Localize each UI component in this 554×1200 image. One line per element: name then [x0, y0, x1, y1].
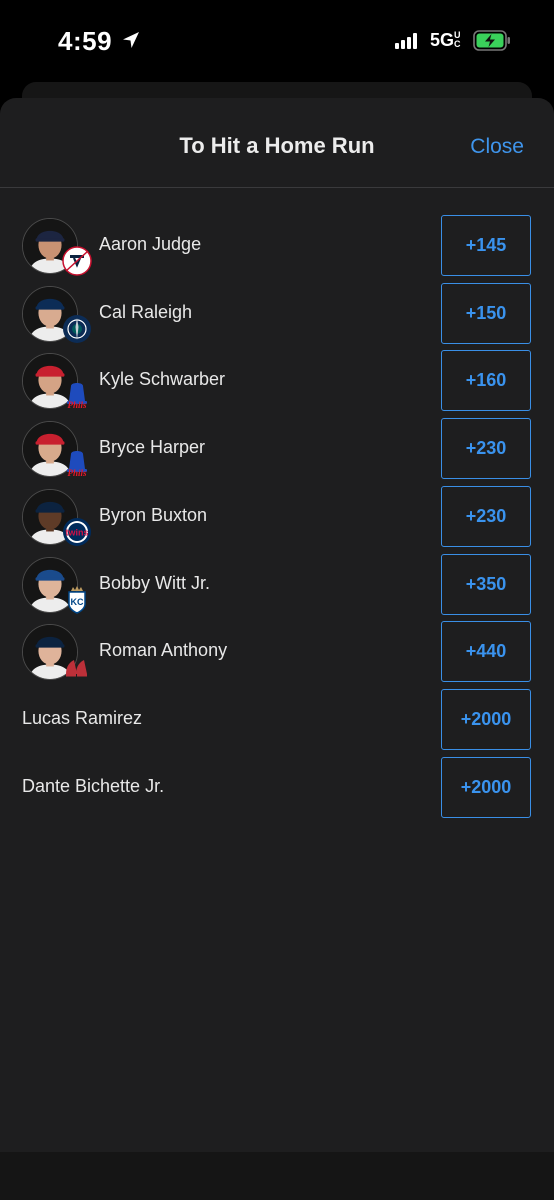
mariners-logo-icon: [62, 314, 92, 344]
svg-text:Phils: Phils: [67, 468, 87, 478]
cellular-signal-icon: [395, 33, 421, 49]
odds-button[interactable]: +160: [441, 350, 531, 412]
player-name: Lucas Ramirez: [22, 707, 143, 728]
close-button[interactable]: Close: [470, 135, 524, 159]
player-row: Lucas Ramirez +2000: [0, 686, 554, 750]
odds-button[interactable]: +2000: [441, 756, 531, 818]
player-row: Phils Bryce Harper +230: [0, 415, 554, 480]
player-row: Phils Kyle Schwarber +160: [0, 347, 554, 412]
svg-text:Phils: Phils: [67, 400, 87, 410]
player-name: Byron Buxton: [99, 504, 208, 525]
player-name: Roman Anthony: [99, 640, 228, 661]
odds-button[interactable]: +350: [441, 553, 531, 615]
odds-button[interactable]: +150: [441, 282, 531, 344]
player-name: Cal Raleigh: [99, 301, 193, 322]
odds-button[interactable]: +230: [441, 418, 531, 480]
player-row: Aaron Judge +145: [0, 212, 554, 276]
yankees-logo-icon: [62, 246, 92, 276]
odds-button[interactable]: +440: [441, 621, 531, 683]
twins-logo-icon: twins: [62, 517, 92, 547]
player-row: twins Byron Buxton +230: [0, 483, 554, 547]
player-row: Dante Bichette Jr. +2000: [0, 754, 554, 818]
player-name: Bobby Witt Jr.: [99, 572, 211, 593]
player-name: Aaron Judge: [99, 234, 202, 254]
svg-text:KC: KC: [71, 597, 84, 607]
status-time: 4:59: [58, 26, 113, 56]
header-divider: [0, 187, 554, 188]
svg-text:twins: twins: [65, 527, 88, 537]
network-type: 5GUC: [430, 30, 461, 50]
player-name: Kyle Schwarber: [99, 369, 226, 390]
odds-button[interactable]: +2000: [441, 688, 531, 750]
player-row: Roman Anthony +440: [0, 618, 554, 683]
odds-button[interactable]: +145: [441, 215, 531, 276]
status-bar: 4:59 5GUC: [0, 0, 554, 85]
player-row: Cal Raleigh +150: [0, 280, 554, 344]
red-sox-logo-icon: [62, 652, 92, 682]
network-suffix: UC: [454, 30, 461, 49]
player-name: Dante Bichette Jr.: [22, 775, 165, 796]
player-name: Bryce Harper: [99, 437, 206, 458]
player-row: KC Bobby Witt Jr. +350: [0, 551, 554, 615]
phillies-logo-icon: Phils: [62, 449, 92, 479]
royals-logo-icon: KC: [62, 585, 92, 615]
phillies-logo-icon: Phils: [62, 381, 92, 411]
location-arrow-icon: [123, 32, 139, 48]
odds-button[interactable]: +230: [441, 485, 531, 547]
battery-charging-icon: [473, 30, 510, 51]
bottom-bar: [0, 1152, 554, 1200]
